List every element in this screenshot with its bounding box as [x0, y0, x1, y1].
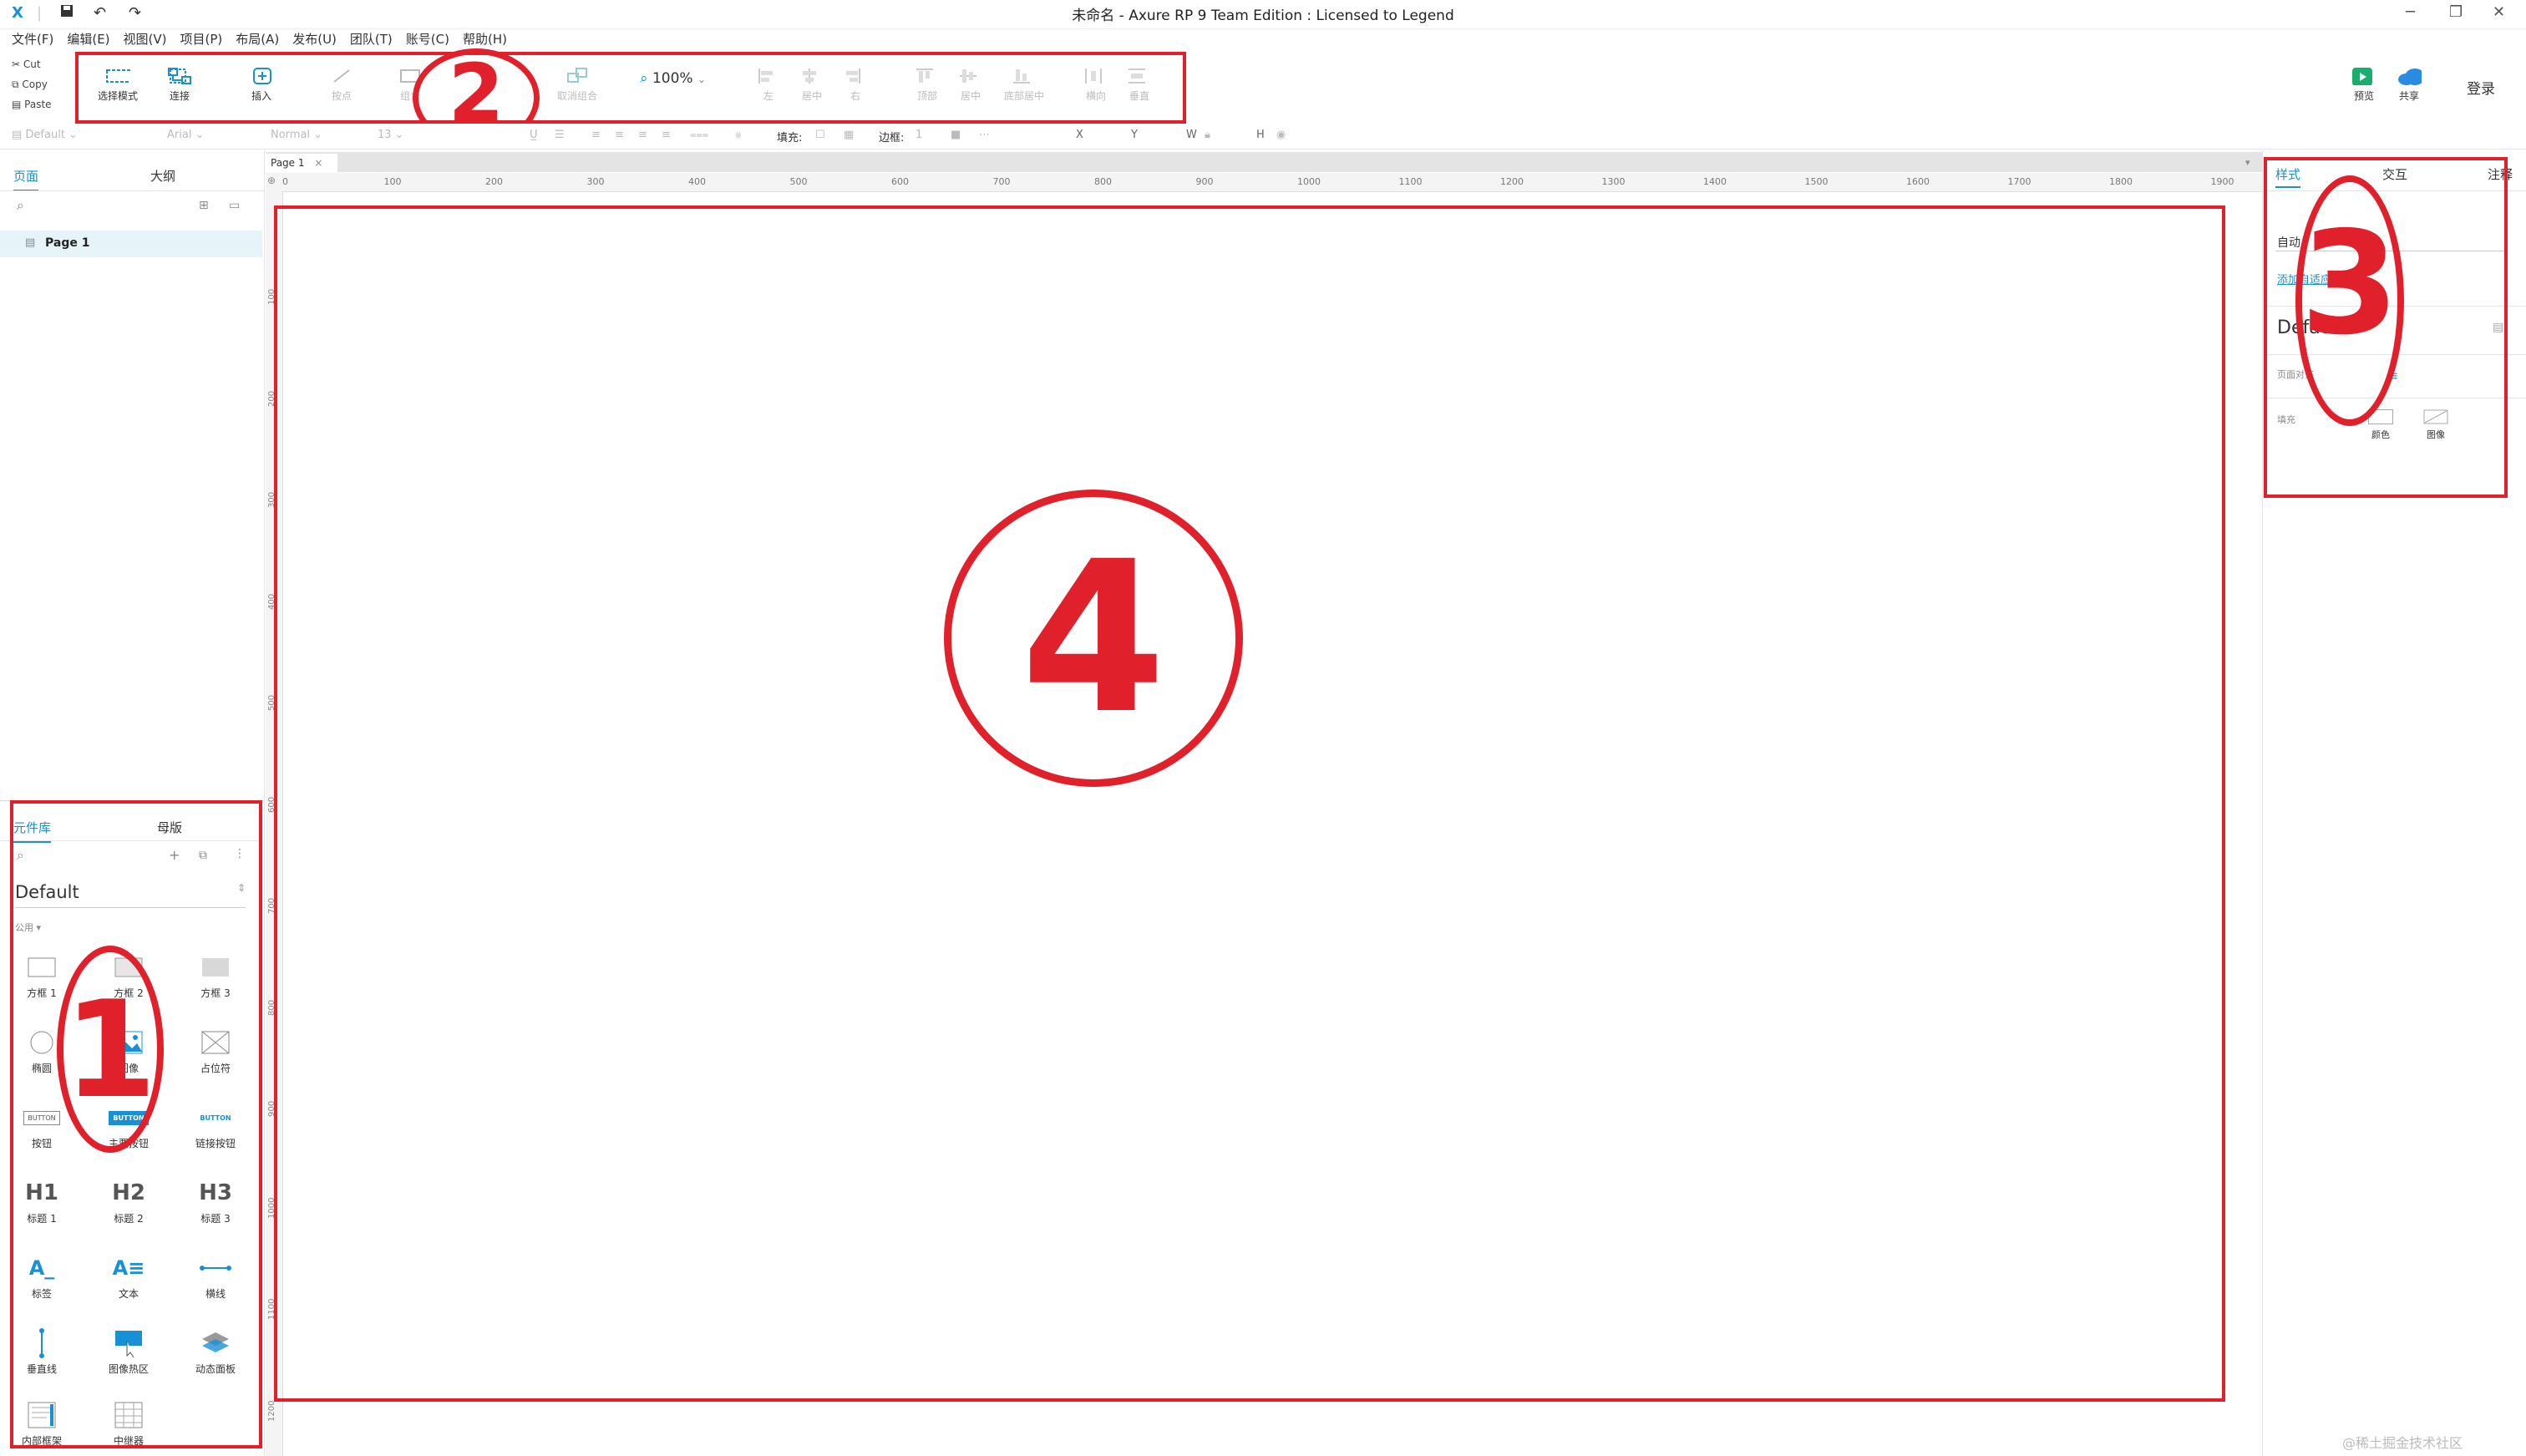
search-icon[interactable]: ⌕: [17, 197, 24, 214]
font-value: Arial: [167, 129, 192, 141]
ruler-tick-label: 1300: [1601, 176, 1626, 187]
x-label: X: [1076, 129, 1083, 141]
valign-top-icon[interactable]: ⩶: [690, 129, 708, 141]
ruler-tick-label: 300: [586, 176, 605, 187]
ruler-tick-label: 0: [282, 176, 288, 187]
style-value: Default: [25, 129, 65, 141]
annotation-number-1: 1: [63, 972, 157, 1128]
paste-button[interactable]: ▤ Paste: [12, 99, 52, 110]
add-page-icon[interactable]: ⊞: [199, 199, 209, 212]
watermark: @稀土掘金技术社区: [2342, 1435, 2463, 1451]
h-label: H: [1256, 129, 1265, 141]
border-width[interactable]: 1: [916, 129, 922, 141]
ruler-tick-label: 700: [992, 176, 1011, 187]
page-tab-bar: [266, 152, 2262, 172]
ruler-tick-label: 1400: [1703, 176, 1727, 187]
y-label: Y: [1131, 129, 1138, 141]
restore-button[interactable]: ❐: [2449, 3, 2463, 21]
window-title: 未命名 - Axure RP 9 Team Edition : Licensed…: [1072, 8, 1454, 24]
share-button[interactable]: 共享: [2391, 67, 2427, 103]
paste-label: Paste: [24, 99, 52, 110]
ruler-tick-label: 1700: [2007, 176, 2031, 187]
chevron-down-icon[interactable]: ▾: [2245, 157, 2250, 168]
text-justify-icon[interactable]: ≡: [662, 129, 671, 141]
add-folder-icon[interactable]: ▭: [229, 199, 240, 212]
canvas-right-border: [2262, 150, 2263, 1456]
fill-color-swatch[interactable]: ☐: [815, 129, 825, 141]
ruler-tick-label: 900: [1195, 176, 1214, 187]
border-color-swatch[interactable]: ■: [951, 129, 961, 141]
preview-button[interactable]: 预览: [2347, 67, 2381, 103]
tab-pages[interactable]: 页面: [13, 167, 39, 191]
ruler-tick-label: 1200: [1500, 176, 1524, 187]
ruler-tick-label: 1500: [1804, 176, 1829, 187]
annotation-box-4: [274, 205, 2225, 1402]
text-align-right-icon[interactable]: ≡: [638, 129, 647, 141]
ruler-tick-label: 1200: [267, 1400, 276, 1422]
style-dropdown[interactable]: ▤ Default ⌄: [12, 129, 78, 141]
login-button[interactable]: 登录: [2456, 77, 2506, 98]
text-align-center-icon[interactable]: ≡: [615, 129, 624, 141]
close-button[interactable]: ✕: [2493, 3, 2505, 21]
tab-outline[interactable]: 大纲: [150, 167, 175, 185]
w-label: W: [1186, 129, 1197, 141]
ruler-tick-label: 1000: [1297, 176, 1321, 187]
copy-button[interactable]: ⧉ Copy: [12, 79, 48, 91]
ruler-tick-label: 1100: [1398, 176, 1423, 187]
ruler-tick-label: 200: [485, 176, 503, 187]
fill-label: 填充:: [777, 132, 803, 145]
ruler-tick-label: 100: [383, 176, 402, 187]
cut-label: Cut: [23, 58, 41, 70]
close-tab-icon[interactable]: ×: [314, 157, 322, 169]
annotation-number-4: 4: [1021, 516, 1166, 759]
size-value: 13: [378, 129, 392, 141]
preview-label: 预览: [2353, 90, 2374, 102]
annotation-box-2: [75, 52, 1186, 124]
divider: [0, 190, 264, 191]
minimize-button[interactable]: ─: [2406, 3, 2415, 21]
menu-project[interactable]: 项目(P): [180, 30, 223, 48]
ruler-tick-label: 400: [688, 176, 706, 187]
size-dropdown[interactable]: 13 ⌄: [378, 129, 404, 141]
menu-publish[interactable]: 发布(U): [292, 30, 337, 48]
border-label: 边框:: [879, 132, 905, 145]
copy-label: Copy: [22, 79, 48, 90]
border-style-icon[interactable]: ⋯: [979, 129, 990, 141]
shadow-swatch[interactable]: ▦: [844, 129, 854, 141]
menu-view[interactable]: 视图(V): [124, 30, 167, 48]
annotation-number-3: 3: [2300, 201, 2400, 367]
underline-icon[interactable]: U̲: [530, 129, 538, 141]
page-item-page-1[interactable]: [0, 231, 262, 257]
list-icon[interactable]: ☰: [555, 129, 565, 141]
ruler-origin-icon: ⊕: [267, 175, 276, 186]
ruler-tick-label: 600: [891, 176, 909, 187]
title-bar: X | ↶ ↷ 未命名 - Axure RP 9 Team Edition : …: [0, 0, 2526, 29]
visibility-icon[interactable]: ◉: [1276, 129, 1286, 141]
ruler-horizontal: 0 100 200 300 400 500 600 700 800 900 1000 1100 1200…: [266, 173, 2262, 192]
share-label: 共享: [2398, 90, 2419, 102]
ruler-tick-label: 1600: [1906, 176, 1930, 187]
tab-page-1[interactable]: Page 1 ×: [266, 154, 337, 172]
menu-team[interactable]: 团队(T): [350, 30, 393, 48]
weight-dropdown[interactable]: Normal ⌄: [271, 129, 322, 141]
page-tab-label: Page 1: [271, 157, 305, 169]
page-icon: ▤: [25, 236, 36, 249]
ruler-tick-label: 1900: [2210, 176, 2234, 187]
ruler-tick-label: 800: [1094, 176, 1112, 187]
cloud-icon: [2398, 68, 2422, 85]
cut-button[interactable]: ✂ Cut: [12, 58, 41, 70]
page-item-label: Page 1: [45, 236, 90, 250]
ruler-tick-label: 1800: [2109, 176, 2133, 187]
valign-bottom-icon[interactable]: ⩷: [735, 129, 742, 141]
text-align-left-icon[interactable]: ≡: [591, 129, 601, 141]
preview-play-icon: [2352, 68, 2372, 85]
font-dropdown[interactable]: Arial ⌄: [167, 129, 204, 141]
menu-edit[interactable]: 编辑(E): [67, 30, 109, 48]
menu-layout[interactable]: 布局(A): [236, 30, 279, 48]
format-bar: ▤ Default ⌄ Arial ⌄ Normal ⌄ 13 ⌄ U̲ ☰ ≡…: [0, 124, 2526, 150]
ruler-tick-label: 500: [789, 176, 808, 187]
lock-icon[interactable]: 🔒︎: [1205, 129, 1210, 141]
menu-file[interactable]: 文件(F): [12, 30, 53, 48]
weight-value: Normal: [271, 129, 311, 141]
